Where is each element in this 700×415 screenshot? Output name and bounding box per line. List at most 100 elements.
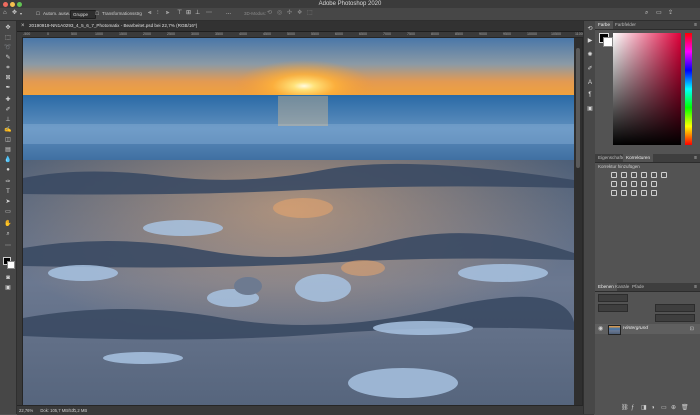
- layer-row-background[interactable]: ◉ Hintergrund ⊡: [595, 324, 700, 335]
- threshold-icon[interactable]: [631, 190, 637, 196]
- panel-menu-icon[interactable]: ≡: [694, 283, 697, 291]
- brushes-icon[interactable]: ✐: [585, 65, 595, 74]
- color-picker-field[interactable]: [613, 33, 681, 145]
- tab-swatches[interactable]: Farbfelder: [612, 21, 639, 29]
- clone-stamp-tool-icon[interactable]: ⊥: [3, 116, 13, 125]
- orbit-3d-icon[interactable]: ⟲: [267, 10, 272, 17]
- healing-brush-tool-icon[interactable]: ✚: [3, 96, 13, 105]
- black-white-icon[interactable]: [621, 181, 627, 187]
- home-icon[interactable]: ⌂: [3, 10, 7, 17]
- chevron-down-icon[interactable]: ▾: [20, 10, 22, 17]
- crop-tool-icon[interactable]: ⌗: [3, 64, 13, 73]
- marquee-tool-icon[interactable]: ⬚: [3, 34, 13, 43]
- gradient-map-icon[interactable]: [641, 190, 647, 196]
- blur-tool-icon[interactable]: 💧: [3, 156, 13, 165]
- image-canvas[interactable]: [23, 38, 574, 406]
- align-center-icon[interactable]: ⫶: [157, 10, 159, 17]
- search-icon[interactable]: ⌕: [645, 10, 648, 17]
- align-middle-icon[interactable]: ⊞: [186, 10, 191, 17]
- blend-mode-select[interactable]: [598, 304, 628, 312]
- new-group-icon[interactable]: ▭: [661, 405, 667, 412]
- color-balance-icon[interactable]: [611, 181, 617, 187]
- distribute-icon[interactable]: ⋯: [206, 10, 212, 17]
- rectangle-tool-icon[interactable]: ▭: [3, 208, 13, 217]
- pen-tool-icon[interactable]: ✑: [3, 178, 13, 187]
- curves-icon[interactable]: [631, 172, 637, 178]
- fill-field[interactable]: [655, 314, 695, 322]
- eyedropper-tool-icon[interactable]: ✒: [3, 84, 13, 93]
- quick-mask-icon[interactable]: ◙: [3, 274, 13, 283]
- move-tool-icon[interactable]: ✥: [3, 24, 13, 33]
- move-tool-icon[interactable]: ✥: [12, 10, 17, 17]
- invert-icon[interactable]: [611, 190, 617, 196]
- opacity-field[interactable]: [655, 304, 695, 312]
- brush-settings-icon[interactable]: ✺: [585, 51, 595, 60]
- scale-3d-icon[interactable]: ⬚: [307, 10, 313, 17]
- vibrance-icon[interactable]: [651, 172, 657, 178]
- zoom-tool-icon[interactable]: ⌕: [3, 230, 13, 239]
- libraries-icon[interactable]: ▣: [585, 105, 595, 114]
- slide-3d-icon[interactable]: ❖: [297, 10, 302, 17]
- panel-menu-icon[interactable]: ≡: [694, 21, 697, 29]
- history-brush-tool-icon[interactable]: ✍: [3, 126, 13, 135]
- exposure-icon[interactable]: [641, 172, 647, 178]
- share-icon[interactable]: ⇪: [668, 10, 673, 17]
- color-background-swatch[interactable]: [603, 37, 613, 47]
- gradient-tool-icon[interactable]: ▤: [3, 146, 13, 155]
- roll-3d-icon[interactable]: ◎: [277, 10, 282, 17]
- align-bottom-icon[interactable]: ⊥: [195, 10, 200, 17]
- document-info[interactable]: Dok: 105,7 MB/531,2 MB: [40, 408, 87, 413]
- document-tab[interactable]: × 20190919-NN1A0293_4_5_6_7_Photomatix -…: [17, 21, 594, 32]
- vertical-scrollbar[interactable]: [574, 38, 582, 405]
- chevron-right-icon[interactable]: ›: [73, 407, 75, 414]
- brightness-contrast-icon[interactable]: [611, 172, 617, 178]
- frame-tool-icon[interactable]: ⊠: [3, 74, 13, 83]
- tab-color[interactable]: Farbe: [595, 21, 614, 29]
- paragraph-icon[interactable]: ¶: [585, 91, 595, 100]
- workspace-icon[interactable]: ▭: [656, 10, 662, 17]
- lasso-tool-icon[interactable]: ➰: [3, 44, 13, 53]
- auto-select-mode-select[interactable]: Gruppe: [70, 10, 96, 19]
- posterize-icon[interactable]: [621, 190, 627, 196]
- channel-mixer-icon[interactable]: [641, 181, 647, 187]
- link-layers-icon[interactable]: ⛓: [621, 405, 629, 412]
- background-color-swatch[interactable]: [7, 261, 15, 269]
- hue-slider[interactable]: [685, 33, 692, 145]
- more-options-icon[interactable]: ...: [226, 10, 231, 17]
- quick-select-tool-icon[interactable]: ✎: [3, 54, 13, 63]
- eye-icon[interactable]: ◉: [598, 325, 603, 333]
- zoom-level[interactable]: 22,76%: [19, 408, 33, 413]
- panel-menu-icon[interactable]: ≡: [694, 154, 697, 162]
- new-layer-icon[interactable]: ⊕: [671, 405, 676, 412]
- close-icon[interactable]: ×: [21, 22, 25, 30]
- color-lookup-icon[interactable]: [651, 181, 657, 187]
- align-right-icon[interactable]: ⫸: [166, 10, 169, 17]
- trash-icon[interactable]: 🗑: [681, 405, 689, 412]
- layer-mask-icon[interactable]: ◨: [641, 405, 647, 412]
- layer-style-icon[interactable]: ƒ: [631, 405, 634, 412]
- path-select-tool-icon[interactable]: ➤: [3, 198, 13, 207]
- auto-select-checkbox[interactable]: ☐: [36, 10, 40, 17]
- adjustment-layer-icon[interactable]: ◑: [651, 405, 655, 412]
- tab-adjustments[interactable]: Korrekturen: [623, 154, 654, 162]
- photo-filter-icon[interactable]: [631, 181, 637, 187]
- transform-controls-checkbox[interactable]: ☐: [95, 10, 99, 17]
- selective-color-icon[interactable]: [651, 190, 657, 196]
- eraser-tool-icon[interactable]: ◫: [3, 136, 13, 145]
- tab-paths[interactable]: Pfade: [629, 283, 647, 291]
- actions-icon[interactable]: ▶: [585, 37, 595, 46]
- align-top-icon[interactable]: ⊤: [177, 10, 182, 17]
- scrollbar-thumb[interactable]: [576, 48, 580, 168]
- levels-icon[interactable]: [621, 172, 627, 178]
- pan-3d-icon[interactable]: ✣: [287, 10, 292, 17]
- dodge-tool-icon[interactable]: ●: [3, 166, 13, 175]
- hand-tool-icon[interactable]: ✋: [3, 220, 13, 229]
- character-icon[interactable]: A: [585, 79, 595, 88]
- history-icon[interactable]: ⟲: [585, 25, 595, 34]
- screen-mode-icon[interactable]: ▣: [3, 284, 13, 293]
- type-tool-icon[interactable]: T: [3, 188, 13, 197]
- brush-tool-icon[interactable]: ✐: [3, 106, 13, 115]
- hue-saturation-icon[interactable]: [661, 172, 667, 178]
- more-tools-icon[interactable]: ⋯: [3, 242, 13, 251]
- layer-filter-select[interactable]: [598, 294, 628, 302]
